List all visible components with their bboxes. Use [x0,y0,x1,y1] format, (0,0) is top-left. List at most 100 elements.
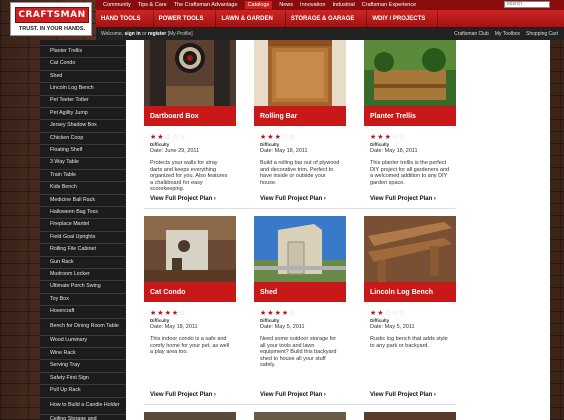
logo-tagline: TRUST. IN YOUR HANDS. [18,26,86,32]
card-title[interactable]: Rolling Bar [254,106,346,126]
craftsman-club-link[interactable]: Craftsman Club [454,31,489,37]
card-title[interactable]: Shed [254,282,346,302]
next-project-photo[interactable] [144,412,236,420]
project-card-shed[interactable]: Shed ★ ★ ★ ★ ☆ Difficulty Date: May 5, 2011 … [254,216,346,369]
sign-in-link[interactable]: sign in [125,31,141,37]
sidebar-item[interactable]: 3 Way Table [40,158,126,170]
sidebar-item[interactable]: Lincoln Log Bench [40,83,126,96]
nav-lawn-garden[interactable]: LAWN & GARDEN [216,9,286,28]
card-date: Date: May 18, 2011 [370,148,418,154]
sidebar-item[interactable]: Shed [40,71,126,84]
sidebar-item[interactable]: Cat Condo [40,58,126,71]
card-description: Rustic log bench that adds style to any … [370,336,448,349]
planter-trellis-photo[interactable] [364,40,456,106]
row-divider [144,208,456,209]
sidebar-item[interactable]: Safety First Sign [40,373,126,386]
sidebar-item[interactable]: Wine Rack [40,348,126,361]
sidebar-item[interactable]: Pet Teeter Totter [40,96,126,108]
next-project-photo[interactable] [254,412,346,420]
sidebar-item[interactable]: Medicine Ball Rack [40,195,126,208]
shed-photo[interactable] [254,216,346,282]
craftsman-logo[interactable]: CRAFTSMAN TRUST. IN YOUR HANDS. [10,2,92,36]
view-plan-link-lincoln-log-bench[interactable]: View Full Project Plan › [370,392,436,398]
difficulty-label: Difficulty [150,318,170,323]
sidebar-item[interactable]: Jersey Shadow Box [40,120,126,133]
projects-sidebar: Planter Trellis Cat Condo Shed Lincoln Log … [40,40,126,420]
welcome-prefix: Welcome, [101,31,124,37]
sidebar-item[interactable]: Hovercraft [40,306,126,319]
difficulty-stars: ★ ★ ★ ★ ☆ [260,310,340,317]
view-plan-link-dartboard-box[interactable]: View Full Project Plan › [150,196,216,202]
card-title[interactable]: Lincoln Log Bench [364,282,456,302]
cat-condo-photo[interactable] [144,216,236,282]
sidebar-item[interactable]: How to Build a Candle Holder [40,398,126,415]
rolling-bar-photo[interactable] [254,40,346,106]
difficulty-stars: ★ ★ ★ ☆ ☆ [370,134,450,141]
topnav-tips-care[interactable]: Tips & Care [138,2,167,8]
sidebar-item[interactable]: Ultimate Porch Swing [40,281,126,294]
view-plan-link-rolling-bar[interactable]: View Full Project Plan › [260,196,326,202]
card-description: Protects your walls for stray darts and … [150,160,228,193]
sidebar-item[interactable]: Toy Box [40,294,126,307]
view-plan-link-planter-trellis[interactable]: View Full Project Plan › [370,196,436,202]
shopping-cart-link[interactable]: Shopping Cart [526,31,558,37]
star-empty-icon: ☆ [399,134,406,141]
lincoln-log-bench-photo[interactable] [364,216,456,282]
search-input[interactable]: search [504,1,550,8]
sidebar-item[interactable]: Mudroom Locker [40,269,126,282]
sidebar-item[interactable]: Ceiling Storage and [40,415,126,420]
view-plan-link-cat-condo[interactable]: View Full Project Plan › [150,392,216,398]
project-card-dartboard-box[interactable]: Dartboard Box ★ ★ ☆ ☆ ☆ Difficulty Date: Jun… [144,40,236,193]
project-card-planter-trellis[interactable]: Planter Trellis ★ ★ ★ ☆ ☆ Difficulty Date: M… [364,40,456,186]
sidebar-item[interactable]: Floating Shelf [40,145,126,158]
sidebar-item[interactable]: Rolling File Cabinet [40,244,126,257]
project-card-lincoln-log-bench[interactable]: Lincoln Log Bench ★ ★ ☆ ☆ ☆ Difficulty Date:… [364,216,456,349]
sidebar-item[interactable]: Halloween Bag Toss [40,207,126,220]
sidebar-item[interactable]: Bench for Dining Room Table [40,319,126,336]
card-title[interactable]: Planter Trellis [364,106,456,126]
sidebar-item[interactable]: Chicken Coop [40,133,126,146]
project-card-rolling-bar[interactable]: Rolling Bar ★ ★ ★ ☆ ☆ Difficulty Date: May 1… [254,40,346,186]
star-filled-icon: ★ [171,310,179,317]
nav-hand-tools[interactable]: HAND TOOLS [96,9,154,28]
nav-diy-projects[interactable]: WDIY / PROJECTS [367,9,439,28]
sidebar-item[interactable]: Fireplace Mantel [40,219,126,232]
sidebar-item[interactable]: Pet Agility Jump [40,108,126,121]
register-link[interactable]: register [148,31,166,37]
nav-storage-garage[interactable]: STORAGE & GARAGE [286,9,368,28]
project-card-cat-condo[interactable]: Cat Condo ★ ★ ★ ★ ☆ Difficulty Date: May 18,… [144,216,236,356]
sidebar-item[interactable]: Kids Bench [40,182,126,195]
sidebar-item[interactable]: Train Table [40,170,126,183]
star-empty-icon: ☆ [164,134,171,141]
sidebar-item[interactable]: Pull Up Rack [40,385,126,398]
my-toolbox-link[interactable]: My Toolbox [495,31,520,37]
topnav-news[interactable]: News [279,2,293,8]
sidebar-item[interactable]: Gun Rack [40,257,126,270]
topnav-craftsman-experience[interactable]: Craftsman Experience [362,2,416,8]
welcome-text: Welcome, sign in or register [My Profile… [101,31,193,37]
sidebar-item[interactable]: Planter Trellis [40,46,126,59]
card-date: Date: May 18, 2011 [150,324,198,330]
star-filled-icon: ★ [150,134,157,141]
topnav-community[interactable]: Community [103,2,131,8]
sidebar-item[interactable]: Wood Luminary [40,336,126,348]
nav-power-tools[interactable]: POWER TOOLS [154,9,217,28]
sidebar-item[interactable]: Field Goal Uprights [40,232,126,245]
star-empty-icon: ☆ [289,134,296,141]
logo-wordmark: CRAFTSMAN [15,7,89,23]
topnav-craftsman-advantage[interactable]: The Craftsman Advantage [174,2,238,8]
topnav-innovation[interactable]: Innovation [300,2,325,8]
topnav-catalogs[interactable]: Catalogs [244,1,273,9]
topnav-industrial[interactable]: Industrial [332,2,354,8]
star-filled-icon: ★ [260,310,267,317]
dartboard-box-photo[interactable] [144,40,236,106]
star-empty-icon: ☆ [391,310,399,317]
difficulty-stars: ★ ★ ★ ☆ ☆ [260,134,340,141]
sidebar-item[interactable]: Serving Tray [40,360,126,373]
next-project-photo[interactable] [364,412,456,420]
view-plan-link-shed[interactable]: View Full Project Plan › [260,392,326,398]
my-profile-link[interactable]: [My Profile] [168,31,193,37]
card-title[interactable]: Cat Condo [144,282,236,302]
star-filled-icon: ★ [281,310,289,317]
card-title[interactable]: Dartboard Box [144,106,236,126]
